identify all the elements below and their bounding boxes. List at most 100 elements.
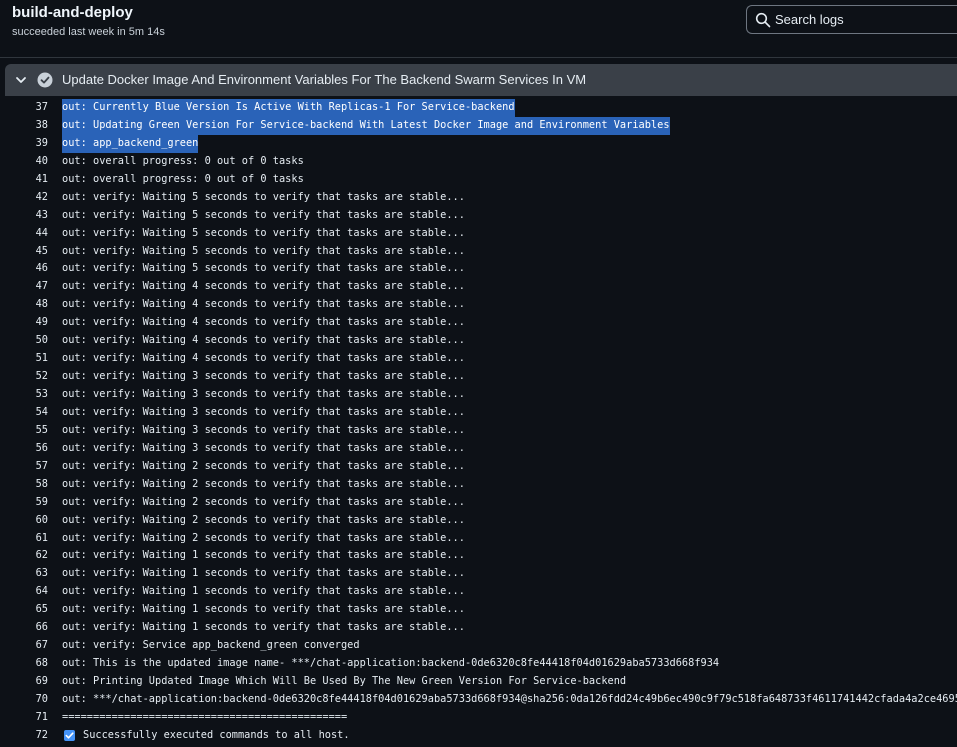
line-number[interactable]: 66 <box>0 619 48 637</box>
log-line[interactable]: 59 out: verify: Waiting 2 seconds to veri… <box>0 494 957 512</box>
line-number[interactable]: 65 <box>0 601 48 619</box>
log-line[interactable]: 65 out: verify: Waiting 1 seconds to veri… <box>0 601 957 619</box>
log-line[interactable]: 61 out: verify: Waiting 2 seconds to veri… <box>0 530 957 548</box>
log-line[interactable]: 64 out: verify: Waiting 1 seconds to veri… <box>0 583 957 601</box>
line-number[interactable]: 44 <box>0 225 48 243</box>
line-number[interactable]: 72 <box>0 727 48 745</box>
line-number[interactable]: 47 <box>0 278 48 296</box>
line-number[interactable]: 70 <box>0 691 48 709</box>
log-line[interactable]: 68 out: This is the updated image name- *… <box>0 655 957 673</box>
log-line[interactable]: 56 out: verify: Waiting 3 seconds to veri… <box>0 440 957 458</box>
line-number[interactable]: 48 <box>0 296 48 314</box>
log-line-text: out: overall progress: 0 out of 0 tasks <box>62 154 304 167</box>
log-line[interactable]: 55 out: verify: Waiting 3 seconds to veri… <box>0 422 957 440</box>
line-number[interactable]: 55 <box>0 422 48 440</box>
line-number[interactable]: 67 <box>0 637 48 655</box>
check-circle-icon <box>37 72 53 88</box>
log-line-text: out: verify: Waiting 4 seconds to verify… <box>62 280 465 293</box>
line-number[interactable]: 39 <box>0 135 48 153</box>
log-line-text: out: Printing Updated Image Which Will B… <box>62 675 627 687</box>
log-line-text: out: verify: Waiting 4 seconds to verify… <box>62 316 465 329</box>
log-line[interactable]: 49 out: verify: Waiting 4 seconds to veri… <box>0 314 957 332</box>
log-line-text: out: verify: Waiting 1 seconds to verify… <box>62 549 465 562</box>
line-number[interactable]: 69 <box>0 673 48 691</box>
log-line[interactable]: 60 out: verify: Waiting 2 seconds to veri… <box>0 512 957 530</box>
log-line[interactable]: 51 out: verify: Waiting 4 seconds to veri… <box>0 350 957 368</box>
checkbox-checked-icon <box>64 729 75 741</box>
log-line[interactable]: 43 out: verify: Waiting 5 seconds to veri… <box>0 207 957 225</box>
job-header: build-and-deploy succeeded last week in … <box>0 0 957 58</box>
line-number[interactable]: 58 <box>0 476 48 494</box>
line-number[interactable]: 64 <box>0 583 48 601</box>
line-number[interactable]: 57 <box>0 458 48 476</box>
log-line[interactable]: 54 out: verify: Waiting 3 seconds to veri… <box>0 404 957 422</box>
log-line[interactable]: 50 out: verify: Waiting 4 seconds to veri… <box>0 332 957 350</box>
line-number[interactable]: 62 <box>0 547 48 565</box>
search-logs-input[interactable] <box>775 9 945 29</box>
log-line-text: out: verify: Waiting 5 seconds to verify… <box>62 262 465 275</box>
log-line[interactable]: 38 out: Updating Green Version For Servic… <box>0 116 957 135</box>
log-line-text: out: verify: Waiting 1 seconds to verify… <box>62 567 465 580</box>
line-number[interactable]: 42 <box>0 189 48 207</box>
line-number[interactable]: 40 <box>0 153 48 171</box>
line-number[interactable]: 61 <box>0 530 48 548</box>
line-number[interactable]: 63 <box>0 565 48 583</box>
log-line[interactable]: 39 out: app_backend_green <box>0 134 957 153</box>
line-number[interactable]: 54 <box>0 404 48 422</box>
log-line-text: out: verify: Waiting 4 seconds to verify… <box>62 334 465 347</box>
line-number[interactable]: 68 <box>0 655 48 673</box>
log-line-text: out: verify: Waiting 5 seconds to verify… <box>62 226 465 239</box>
chevron-down-icon[interactable] <box>15 74 27 86</box>
line-number[interactable]: 51 <box>0 350 48 368</box>
log-line[interactable]: 46 out: verify: Waiting 5 seconds to veri… <box>0 260 957 278</box>
log-line[interactable]: 57 out: verify: Waiting 2 seconds to veri… <box>0 458 957 476</box>
log-line[interactable]: 52 out: verify: Waiting 3 seconds to veri… <box>0 368 957 386</box>
log-line[interactable]: 48 out: verify: Waiting 4 seconds to veri… <box>0 296 957 314</box>
log-line[interactable]: 47 out: verify: Waiting 4 seconds to veri… <box>0 278 957 296</box>
log-line[interactable]: 42 out: verify: Waiting 5 seconds to veri… <box>0 189 957 207</box>
line-number[interactable]: 49 <box>0 314 48 332</box>
log-line[interactable]: 40 out: overall progress: 0 out of 0 task… <box>0 153 957 171</box>
log-line-text: out: verify: Waiting 3 seconds to verify… <box>62 405 465 418</box>
line-number[interactable]: 37 <box>0 99 48 117</box>
step-header[interactable]: Update Docker Image And Environment Vari… <box>5 64 957 96</box>
log-line[interactable]: 58 out: verify: Waiting 2 seconds to veri… <box>0 476 957 494</box>
line-number[interactable]: 38 <box>0 117 48 135</box>
line-number[interactable]: 53 <box>0 386 48 404</box>
log-line[interactable]: 44 out: verify: Waiting 5 seconds to veri… <box>0 225 957 243</box>
log-line[interactable]: 41 out: overall progress: 0 out of 0 task… <box>0 171 957 189</box>
log-line-text: out: verify: Waiting 1 seconds to verify… <box>62 603 465 616</box>
log-line[interactable]: 70 out: ***/chat-application:backend-0de6… <box>0 691 957 709</box>
log-line-text: out: verify: Waiting 3 seconds to verify… <box>62 370 465 383</box>
job-status-text: succeeded last week in 5m 14s <box>12 26 165 38</box>
search-logs-box[interactable] <box>746 5 957 34</box>
line-number[interactable]: 50 <box>0 332 48 350</box>
log-line-text: out: verify: Waiting 2 seconds to verify… <box>62 513 465 526</box>
log-line-text: Successfully executed commands to all ho… <box>83 728 350 741</box>
log-line[interactable]: 53 out: verify: Waiting 3 seconds to veri… <box>0 386 957 404</box>
log-line-text: out: verify: Waiting 1 seconds to verify… <box>62 585 465 598</box>
log-line[interactable]: 67 out: verify: Service app_backend_green… <box>0 637 957 655</box>
log-line[interactable]: 72 Successfully executed commands to all … <box>0 727 957 745</box>
line-number[interactable]: 52 <box>0 368 48 386</box>
line-number[interactable]: 59 <box>0 494 48 512</box>
log-line[interactable]: 37 out: Currently Blue Version Is Active … <box>0 99 957 117</box>
log-line-text: out: Currently Blue Version Is Active Wi… <box>62 99 515 117</box>
line-number[interactable]: 56 <box>0 440 48 458</box>
search-icon <box>755 12 771 28</box>
log-line[interactable]: 63 out: verify: Waiting 1 seconds to veri… <box>0 565 957 583</box>
line-number[interactable]: 46 <box>0 260 48 278</box>
log-line[interactable]: 45 out: verify: Waiting 5 seconds to veri… <box>0 243 957 261</box>
log-line[interactable]: 66 out: verify: Waiting 1 seconds to veri… <box>0 619 957 637</box>
log-line-text: out: verify: Waiting 2 seconds to verify… <box>62 531 465 544</box>
log-line[interactable]: 69 out: Printing Updated Image Which Will… <box>0 673 957 691</box>
line-number[interactable]: 71 <box>0 709 48 727</box>
line-number[interactable]: 43 <box>0 207 48 225</box>
log-line[interactable]: 62 out: verify: Waiting 1 seconds to veri… <box>0 547 957 565</box>
line-number[interactable]: 45 <box>0 243 48 261</box>
log-line[interactable]: 71 ======================================… <box>0 709 957 727</box>
line-number[interactable]: 41 <box>0 171 48 189</box>
log-line-text: out: verify: Waiting 3 seconds to verify… <box>62 423 465 436</box>
line-number[interactable]: 60 <box>0 512 48 530</box>
log-line-text: out: verify: Service app_backend_green c… <box>62 639 360 652</box>
